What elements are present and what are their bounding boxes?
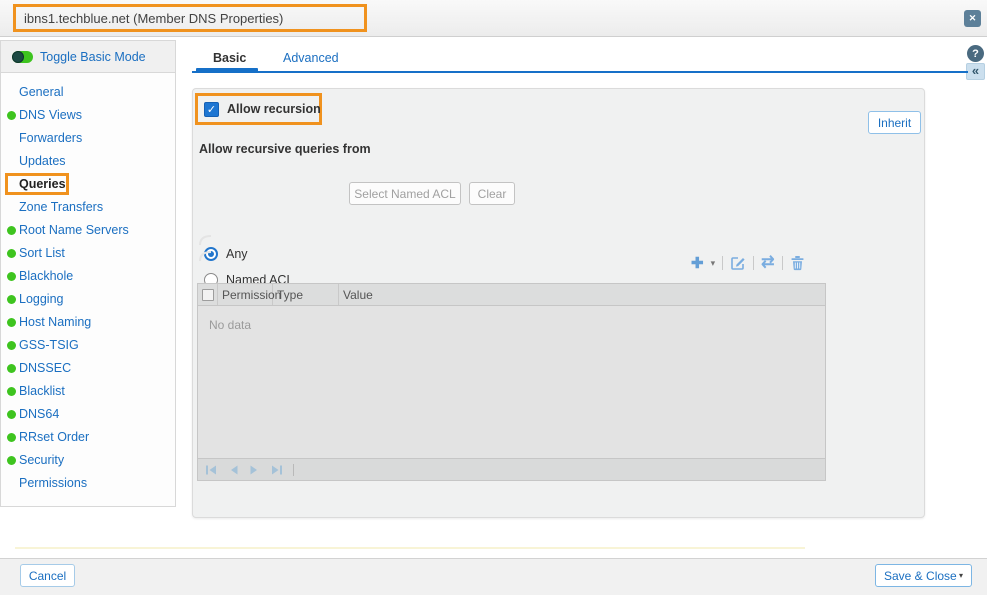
reorder-button[interactable]: ⇄ [761,255,774,271]
sidebar-item-dns-views[interactable]: DNS Views [1,105,175,128]
status-dot-icon [7,410,16,419]
sidebar-item-host-naming[interactable]: Host Naming [1,312,175,335]
add-button[interactable]: ✚ [691,256,704,271]
delete-button[interactable] [790,255,805,271]
swap-arrows-icon: ⇄ [761,254,774,271]
active-tab-indicator [196,68,258,73]
save-and-close-label: Save & Close [884,569,957,583]
status-dot-icon [7,318,16,327]
close-icon: ✕ [969,14,977,23]
title-highlight-box: ibns1.techblue.net (Member DNS Propertie… [13,4,367,32]
sidebar: Toggle Basic Mode General DNS Views Forw… [0,40,176,507]
edit-pencil-icon [730,255,746,271]
table-pager [197,458,826,481]
sidebar-item-dns64[interactable]: DNS64 [1,404,175,427]
status-dot-icon [7,249,16,258]
clear-button[interactable]: Clear [469,182,515,205]
footer-highlight-line [15,547,805,549]
toolbar-divider [753,256,754,270]
toolbar-divider [722,256,723,270]
column-header-type: Type [273,284,339,305]
no-data-text: No data [209,318,251,332]
status-dot-icon [7,111,16,120]
sidebar-item-permissions[interactable]: Permissions [1,473,175,496]
inherit-button[interactable]: Inherit [868,111,921,134]
sidebar-item-dnssec[interactable]: DNSSEC [1,358,175,381]
sidebar-item-security[interactable]: Security [1,450,175,473]
sidebar-item-blackhole[interactable]: Blackhole [1,266,175,289]
sidebar-item-queries[interactable]: Queries [1,174,175,197]
basic-tab-panel: ✓ Allow recursion Inherit Allow recursiv… [192,88,925,518]
toggle-basic-mode[interactable]: Toggle Basic Mode [1,41,175,73]
sidebar-item-updates[interactable]: Updates [1,151,175,174]
sidebar-item-sort-list[interactable]: Sort List [1,243,175,266]
allow-recursion-highlight-box: ✓ Allow recursion [195,93,322,125]
sidebar-item-forwarders[interactable]: Forwarders [1,128,175,151]
toggle-basic-mode-label: Toggle Basic Mode [40,50,146,64]
dialog-footer: Cancel Save & Close ▾ [0,558,987,595]
faint-arc-decoration [198,233,216,247]
previous-page-button[interactable] [228,464,239,476]
tab-advanced[interactable]: Advanced [283,51,339,65]
status-dot-icon [7,364,16,373]
allow-recursion-checkbox[interactable]: ✓ [204,102,219,117]
next-page-icon [249,464,260,476]
help-icon: ? [972,48,979,60]
collapse-panel-button[interactable]: « [966,63,985,80]
sidebar-item-general[interactable]: General [1,82,175,105]
status-dot-icon [7,295,16,304]
help-button[interactable]: ? [967,45,984,62]
table-body: No data [197,306,826,458]
first-page-icon [205,464,218,476]
cancel-button[interactable]: Cancel [20,564,75,587]
sidebar-item-zone-transfers[interactable]: Zone Transfers [1,197,175,220]
select-all-checkbox[interactable] [202,289,214,301]
save-dropdown-caret-icon[interactable]: ▾ [959,571,963,580]
toggle-switch-icon [12,51,33,63]
save-and-close-button[interactable]: Save & Close ▾ [875,564,972,587]
sidebar-item-root-name-servers[interactable]: Root Name Servers [1,220,175,243]
last-page-button[interactable] [270,464,283,476]
acl-table: Permission Type Value No data [197,283,826,481]
tab-divider-line [192,71,968,73]
checkmark-icon: ✓ [207,103,216,116]
select-named-acl-button[interactable]: Select Named ACL [349,182,461,205]
status-dot-icon [7,341,16,350]
tab-basic[interactable]: Basic [213,51,246,65]
add-dropdown-caret-icon[interactable]: ▾ [711,259,716,268]
edit-button[interactable] [730,255,746,271]
faint-arc-decoration [198,249,216,263]
status-dot-icon [7,226,16,235]
previous-page-icon [228,464,239,476]
close-button[interactable]: ✕ [964,10,981,27]
first-page-button[interactable] [205,464,218,476]
pager-divider [293,464,294,476]
status-dot-icon [7,433,16,442]
status-dot-icon [7,456,16,465]
toolbar-divider [782,256,783,270]
status-dot-icon [7,272,16,281]
member-dns-properties-dialog: ibns1.techblue.net (Member DNS Propertie… [0,0,987,595]
sidebar-item-logging[interactable]: Logging [1,289,175,312]
column-header-permission: Permission [218,284,273,305]
table-header-checkbox-cell [198,284,218,305]
dialog-titlebar: ibns1.techblue.net (Member DNS Propertie… [0,0,987,37]
acl-toolbar: ✚ ▾ ⇄ [691,253,816,273]
last-page-icon [270,464,283,476]
status-dot-icon [7,387,16,396]
sidebar-item-gss-tsig[interactable]: GSS-TSIG [1,335,175,358]
trash-icon [790,255,805,271]
sidebar-item-rrset-order[interactable]: RRset Order [1,427,175,450]
allow-recursion-label: Allow recursion [227,102,321,116]
recursive-queries-from-label: Allow recursive queries from [199,142,371,156]
next-page-button[interactable] [249,464,260,476]
dialog-title: ibns1.techblue.net (Member DNS Propertie… [24,11,283,26]
sidebar-nav-list: General DNS Views Forwarders Updates Que… [1,73,175,496]
table-header-row: Permission Type Value [197,283,826,306]
sidebar-item-blacklist[interactable]: Blacklist [1,381,175,404]
collapse-icon: « [972,64,979,77]
column-header-value: Value [339,284,825,305]
